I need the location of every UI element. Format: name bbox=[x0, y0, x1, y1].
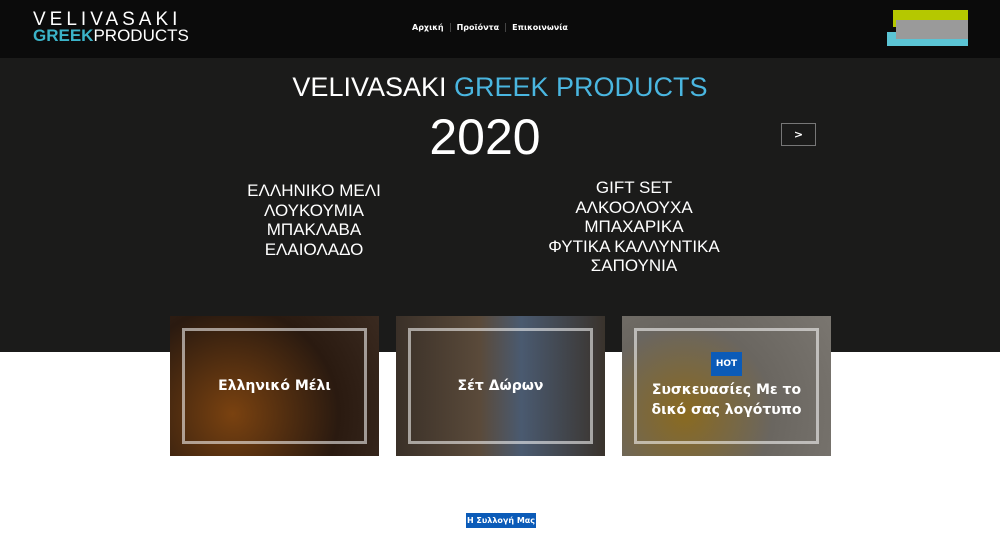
slider-next-button[interactable]: > bbox=[781, 123, 816, 146]
nav-contact[interactable]: Επικοινωνία bbox=[505, 23, 574, 32]
card-gift-sets[interactable]: Σέτ Δώρων bbox=[396, 316, 605, 456]
card-custom-logo[interactable]: HOT Συσκευασίες Με το δικό σας λογότυπο bbox=[622, 316, 831, 456]
hero-title: VELIVASAKI GREEK PRODUCTS bbox=[292, 72, 708, 102]
logo-greek: GREEK bbox=[33, 26, 94, 45]
hot-badge: HOT bbox=[710, 352, 743, 376]
card-honey[interactable]: Ελληνικό Μέλι bbox=[170, 316, 379, 456]
main-nav: Αρχική Προϊόντα Επικοινωνία bbox=[406, 23, 574, 32]
category-list-right: GIFT SET ΑΛΚΟΟΛΟΥΧΑ ΜΠΑΧΑΡΙΚΑ ΦΥΤΙΚΑ ΚΑΛΛΥΝ… bbox=[548, 178, 720, 275]
logo[interactable]: VELIVASAKI GREEKPRODUCTS bbox=[33, 10, 189, 45]
nav-home[interactable]: Αρχική bbox=[406, 23, 450, 32]
header: VELIVASAKI GREEKPRODUCTS Αρχική Προϊόντα… bbox=[0, 0, 1000, 58]
logo-products: PRODUCTS bbox=[93, 26, 189, 45]
hero-year: 2020 bbox=[429, 109, 541, 165]
brand-mark-icon bbox=[887, 10, 968, 46]
category-list-left: ΕΛΛΗΝΙΚΟ ΜΕΛΙ ΛΟΥΚΟΥΜΙΑ ΜΠΑΚΛΑΒΑ ΕΛΑΙΟΛΑΔΟ bbox=[247, 181, 381, 259]
category-cards: Ελληνικό Μέλι Σέτ Δώρων HOT Συσκευασίες Μ… bbox=[170, 316, 831, 456]
collection-button[interactable]: Η Συλλογή Μας bbox=[466, 513, 536, 528]
nav-products[interactable]: Προϊόντα bbox=[449, 23, 506, 32]
